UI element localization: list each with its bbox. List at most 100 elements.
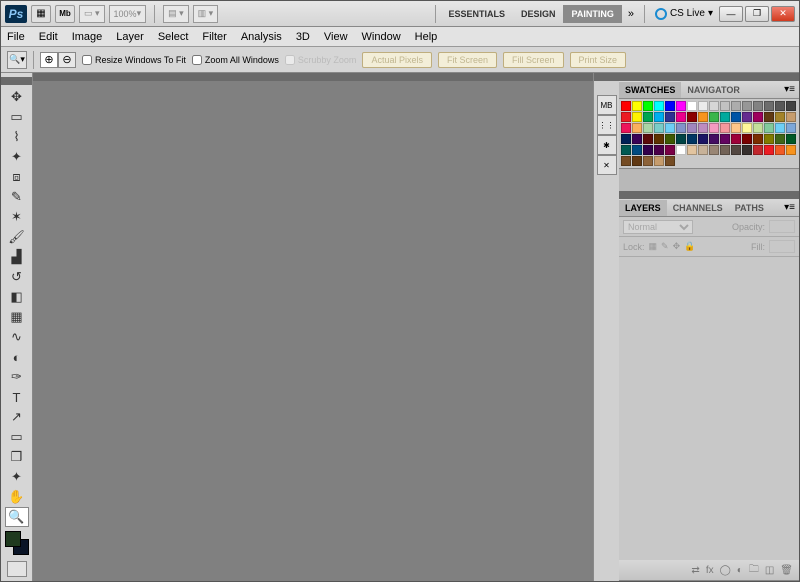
layer-fx-icon[interactable]: fx bbox=[706, 565, 714, 576]
arrange-docs-dropdown[interactable]: ▤ ▾ bbox=[163, 5, 189, 23]
marquee-tool[interactable]: ▭ bbox=[5, 107, 29, 127]
stamp-tool[interactable]: ▟ bbox=[5, 247, 29, 267]
swatch[interactable] bbox=[654, 123, 664, 133]
color-swatches[interactable] bbox=[5, 531, 29, 555]
swatch[interactable] bbox=[654, 134, 664, 144]
panel-menu-icon[interactable]: ▾≡ bbox=[780, 202, 799, 213]
canvas-area[interactable] bbox=[33, 73, 593, 581]
swatch[interactable] bbox=[632, 156, 642, 166]
swatch[interactable] bbox=[786, 145, 796, 155]
swatch[interactable] bbox=[676, 101, 686, 111]
swatch[interactable] bbox=[753, 112, 763, 122]
panel-grip[interactable] bbox=[619, 73, 799, 81]
swatch[interactable] bbox=[764, 134, 774, 144]
menu-layer[interactable]: Layer bbox=[116, 31, 144, 43]
workspace-more-icon[interactable]: » bbox=[622, 8, 640, 20]
resize-windows-checkbox[interactable]: Resize Windows To Fit bbox=[82, 55, 186, 65]
workspace-painting[interactable]: PAINTING bbox=[563, 5, 621, 23]
swatch[interactable] bbox=[654, 112, 664, 122]
swatch[interactable] bbox=[698, 101, 708, 111]
swatch[interactable] bbox=[786, 123, 796, 133]
link-layers-icon[interactable]: ⇄ bbox=[691, 565, 699, 576]
swatch[interactable] bbox=[665, 156, 675, 166]
bridge-icon[interactable]: ▦ bbox=[31, 5, 51, 23]
swatch[interactable] bbox=[665, 123, 675, 133]
swatch[interactable] bbox=[665, 101, 675, 111]
new-layer-icon[interactable]: ◫ bbox=[765, 565, 774, 576]
tab-navigator[interactable]: NAVIGATOR bbox=[681, 82, 746, 98]
mini-bridge-icon[interactable]: MB bbox=[597, 95, 617, 115]
type-tool[interactable]: T bbox=[5, 387, 29, 407]
swatch[interactable] bbox=[764, 101, 774, 111]
swatch[interactable] bbox=[698, 145, 708, 155]
swatch[interactable] bbox=[632, 101, 642, 111]
swatch[interactable] bbox=[676, 145, 686, 155]
brush-presets-icon[interactable]: ⋮⋮ bbox=[597, 115, 617, 135]
move-tool[interactable]: ✥ bbox=[5, 87, 29, 107]
brush-panel-icon[interactable]: ✱ bbox=[597, 135, 617, 155]
swatch[interactable] bbox=[687, 145, 697, 155]
swatch[interactable] bbox=[742, 123, 752, 133]
swatch[interactable] bbox=[731, 112, 741, 122]
cs-live-button[interactable]: CS Live ▾ bbox=[655, 8, 713, 20]
swatch[interactable] bbox=[621, 101, 631, 111]
swatch[interactable] bbox=[742, 112, 752, 122]
swatch[interactable] bbox=[775, 112, 785, 122]
group-icon[interactable]: 🗀 bbox=[749, 562, 759, 579]
zoom-in-icon[interactable]: ⊕ bbox=[40, 52, 58, 68]
quick-mask-button[interactable] bbox=[7, 561, 27, 577]
eyedropper-tool[interactable]: ✎ bbox=[5, 187, 29, 207]
swatch[interactable] bbox=[720, 101, 730, 111]
swatch[interactable] bbox=[753, 134, 763, 144]
tab-layers[interactable]: LAYERS bbox=[619, 200, 667, 216]
print-size-button[interactable]: Print Size bbox=[570, 52, 627, 68]
eraser-tool[interactable]: ◧ bbox=[5, 287, 29, 307]
mini-bridge-button[interactable]: Mb bbox=[55, 5, 75, 23]
swatch[interactable] bbox=[687, 134, 697, 144]
swatch[interactable] bbox=[764, 145, 774, 155]
menu-analysis[interactable]: Analysis bbox=[241, 31, 282, 43]
swatch[interactable] bbox=[742, 134, 752, 144]
swatch[interactable] bbox=[643, 156, 653, 166]
swatch[interactable] bbox=[643, 134, 653, 144]
swatch[interactable] bbox=[764, 123, 774, 133]
lock-all-icon[interactable]: 🔒 bbox=[684, 241, 695, 252]
panel-menu-icon[interactable]: ▾≡ bbox=[780, 84, 799, 95]
3d-tool[interactable]: ❒ bbox=[5, 447, 29, 467]
menu-3d[interactable]: 3D bbox=[296, 31, 310, 43]
panel-grip[interactable] bbox=[619, 191, 799, 199]
swatch[interactable] bbox=[742, 101, 752, 111]
swatch[interactable] bbox=[676, 112, 686, 122]
current-tool-icon[interactable]: 🔍▾ bbox=[7, 51, 27, 69]
swatch[interactable] bbox=[731, 123, 741, 133]
swatch[interactable] bbox=[665, 134, 675, 144]
swatch[interactable] bbox=[775, 134, 785, 144]
swatch[interactable] bbox=[775, 101, 785, 111]
swatch[interactable] bbox=[775, 145, 785, 155]
brush-tool[interactable]: 🖌 bbox=[5, 227, 29, 247]
swatch[interactable] bbox=[654, 145, 664, 155]
tab-channels[interactable]: CHANNELS bbox=[667, 200, 729, 216]
pen-tool[interactable]: ✑ bbox=[5, 367, 29, 387]
blend-mode-select[interactable]: Normal bbox=[623, 220, 693, 234]
swatch[interactable] bbox=[786, 112, 796, 122]
swatch[interactable] bbox=[676, 134, 686, 144]
swatch[interactable] bbox=[786, 101, 796, 111]
menu-help[interactable]: Help bbox=[415, 31, 438, 43]
path-tool[interactable]: ↗ bbox=[5, 407, 29, 427]
swatch[interactable] bbox=[632, 123, 642, 133]
minimize-button[interactable]: — bbox=[719, 6, 743, 22]
swatch[interactable] bbox=[720, 145, 730, 155]
swatch[interactable] bbox=[720, 112, 730, 122]
history-brush-tool[interactable]: ↺ bbox=[5, 267, 29, 287]
swatch[interactable] bbox=[764, 112, 774, 122]
swatch[interactable] bbox=[643, 123, 653, 133]
swatch[interactable] bbox=[753, 145, 763, 155]
zoom-all-checkbox[interactable]: Zoom All Windows bbox=[192, 55, 279, 65]
screen-mode-dropdown[interactable]: ▭ ▾ bbox=[79, 5, 105, 23]
swatch[interactable] bbox=[687, 123, 697, 133]
swatch[interactable] bbox=[709, 101, 719, 111]
swatch[interactable] bbox=[720, 123, 730, 133]
healing-tool[interactable]: ✶ bbox=[5, 207, 29, 227]
menu-view[interactable]: View bbox=[324, 31, 348, 43]
